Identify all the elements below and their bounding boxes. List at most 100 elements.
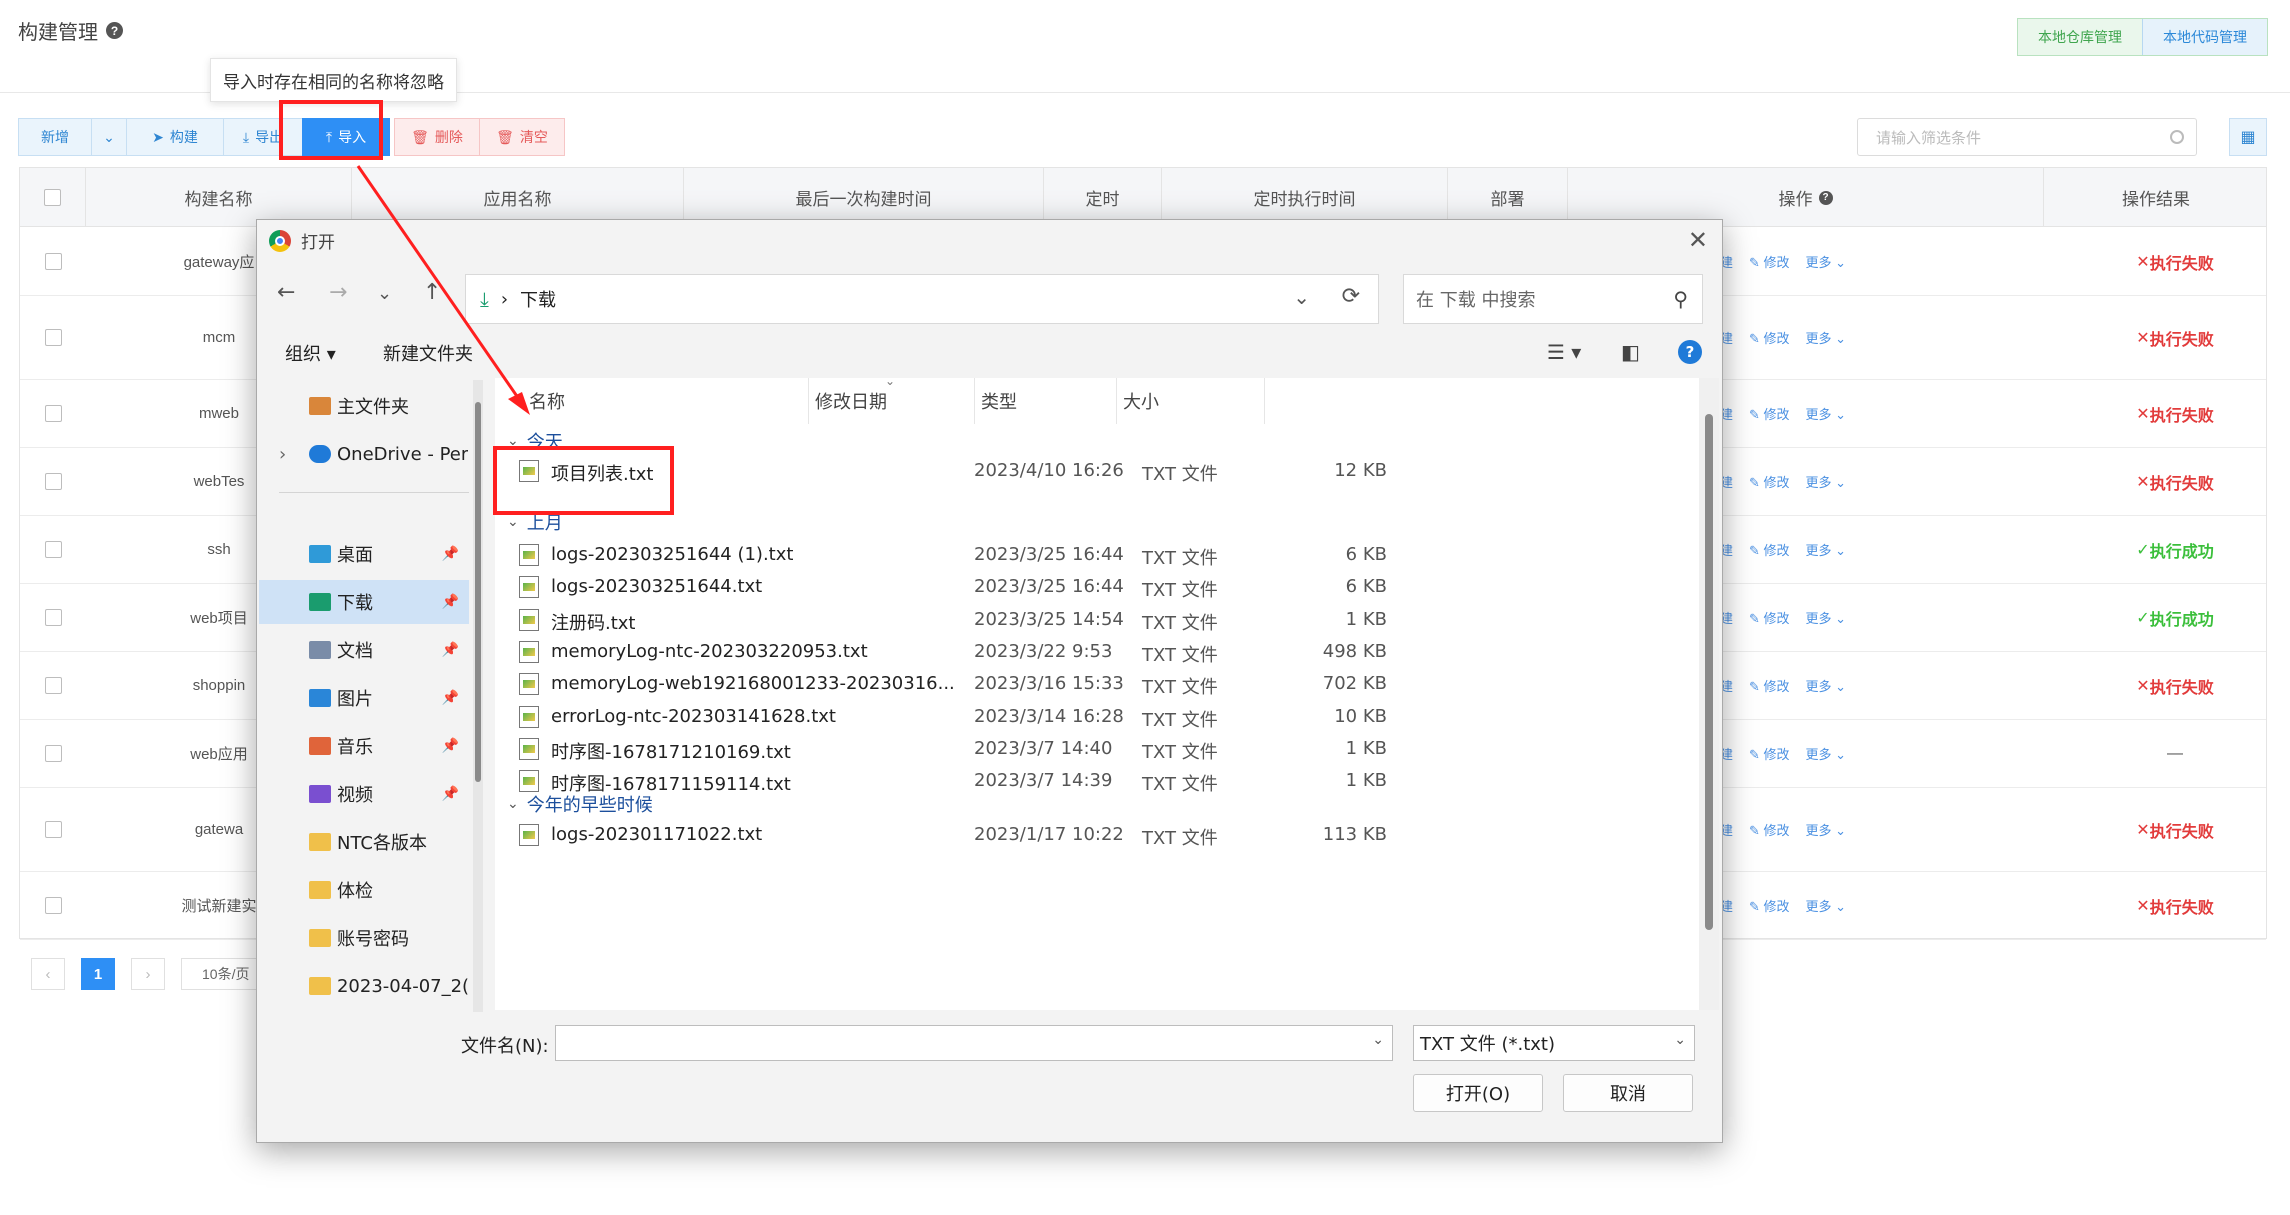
- file-date: 2023/3/25 14:54: [974, 608, 1124, 630]
- scrollbar-thumb[interactable]: [475, 402, 481, 782]
- more-link[interactable]: 更多 ⌄: [1806, 820, 1847, 839]
- edit-link[interactable]: ✎ 修改: [1749, 404, 1790, 423]
- row-checkbox[interactable]: [44, 253, 62, 270]
- nav-item[interactable]: 视频 📌: [259, 772, 469, 816]
- address-bar[interactable]: ⤓ › 下载 ⌄ ⟳: [465, 274, 1379, 324]
- nav-item[interactable]: NTC各版本: [259, 820, 469, 864]
- edit-link[interactable]: ✎ 修改: [1749, 744, 1790, 763]
- forward-arrow-icon[interactable]: →: [329, 280, 347, 305]
- nav-item[interactable]: 图片 📌: [259, 676, 469, 720]
- column-type[interactable]: 类型: [975, 378, 1117, 424]
- delete-button[interactable]: 🗑 删除: [394, 118, 480, 156]
- more-link[interactable]: 更多 ⌄: [1806, 896, 1847, 915]
- more-link[interactable]: 更多 ⌄: [1806, 472, 1847, 491]
- file-row[interactable]: logs-202301171022.txt 2023/1/17 10:22 TXT …: [495, 812, 1685, 858]
- row-checkbox[interactable]: [44, 609, 62, 626]
- cross-icon: ✕: [2136, 821, 2150, 839]
- row-checkbox[interactable]: [44, 677, 62, 694]
- row-checkbox[interactable]: [44, 329, 62, 346]
- nav-item-label: OneDrive - Per: [337, 443, 469, 465]
- cancel-button[interactable]: 取消: [1563, 1074, 1693, 1112]
- more-label: 更多: [1805, 679, 1832, 694]
- row-checkbox[interactable]: [44, 473, 62, 490]
- row-checkbox[interactable]: [44, 405, 62, 422]
- row-checkbox[interactable]: [44, 745, 62, 762]
- edit-link[interactable]: ✎ 修改: [1749, 472, 1790, 491]
- refresh-icon[interactable]: ⟳: [1342, 284, 1360, 309]
- chevron-down-icon: ⌄: [103, 128, 115, 145]
- scrollbar-thumb[interactable]: [1705, 414, 1713, 930]
- prev-page-button[interactable]: ‹: [31, 958, 65, 990]
- nav-item[interactable]: 桌面 📌: [259, 532, 469, 576]
- more-link[interactable]: 更多 ⌄: [1806, 328, 1847, 347]
- chevron-down-icon[interactable]: ⌄: [1372, 1032, 1384, 1048]
- up-arrow-icon[interactable]: ↑: [423, 280, 441, 305]
- expand-chevron-icon[interactable]: ›: [279, 444, 286, 465]
- close-icon[interactable]: ✕: [1688, 226, 1708, 254]
- dialog-search-input[interactable]: 在 下载 中搜索 ⚲: [1403, 274, 1703, 324]
- nav-item[interactable]: 体检: [259, 868, 469, 912]
- help-icon[interactable]: ?: [1678, 340, 1702, 364]
- file-list-scrollbar[interactable]: [1699, 378, 1719, 1010]
- nav-item[interactable]: 音乐 📌: [259, 724, 469, 768]
- new-folder-button[interactable]: 新建文件夹: [383, 340, 473, 366]
- select-all-checkbox[interactable]: [44, 189, 61, 206]
- recent-locations-chevron-icon[interactable]: ⌄: [377, 283, 392, 304]
- column-size[interactable]: 大小: [1117, 378, 1265, 424]
- nav-item[interactable]: 文档 📌: [259, 628, 469, 672]
- organize-button[interactable]: 组织 ▾: [285, 340, 336, 366]
- edit-label: 修改: [1763, 747, 1790, 762]
- clear-button[interactable]: 🗑 清空: [479, 118, 565, 156]
- edit-link[interactable]: ✎ 修改: [1749, 328, 1790, 347]
- music-icon: [309, 737, 331, 755]
- local-repo-button[interactable]: 本地仓库管理: [2018, 19, 2142, 55]
- edit-link[interactable]: ✎ 修改: [1749, 252, 1790, 271]
- next-page-button[interactable]: ›: [131, 958, 165, 990]
- more-link[interactable]: 更多 ⌄: [1806, 252, 1847, 271]
- more-link[interactable]: 更多 ⌄: [1806, 404, 1847, 423]
- filetype-select[interactable]: TXT 文件 (*.txt) ⌄: [1413, 1025, 1695, 1061]
- column-name[interactable]: 名称: [495, 378, 809, 424]
- edit-link[interactable]: ✎ 修改: [1749, 540, 1790, 559]
- help-icon[interactable]: ?: [106, 22, 123, 39]
- edit-link[interactable]: ✎ 修改: [1749, 676, 1790, 695]
- row-checkbox[interactable]: [44, 821, 62, 838]
- row-checkbox[interactable]: [44, 897, 62, 914]
- nav-item[interactable]: › OneDrive - Per: [259, 432, 469, 476]
- column-settings-button[interactable]: ▦: [2229, 118, 2267, 156]
- local-code-button[interactable]: 本地代码管理: [2142, 19, 2267, 55]
- filename-input[interactable]: ⌄: [555, 1025, 1393, 1061]
- filter-input[interactable]: 请输入筛选条件: [1857, 118, 2197, 156]
- navigation-scrollbar[interactable]: [473, 380, 483, 1012]
- page-size-select[interactable]: 10条/页: [181, 958, 265, 990]
- more-link[interactable]: 更多 ⌄: [1806, 540, 1847, 559]
- build-button[interactable]: ➤ 构建: [126, 118, 224, 156]
- add-dropdown-button[interactable]: ⌄: [91, 118, 127, 156]
- nav-item[interactable]: 主文件夹: [259, 384, 469, 428]
- filename-label: 文件名(N):: [461, 1036, 549, 1057]
- edit-link[interactable]: ✎ 修改: [1749, 820, 1790, 839]
- more-link[interactable]: 更多 ⌄: [1806, 608, 1847, 627]
- edit-link[interactable]: ✎ 修改: [1749, 896, 1790, 915]
- edit-link[interactable]: ✎ 修改: [1749, 608, 1790, 627]
- back-arrow-icon[interactable]: ←: [277, 280, 295, 305]
- nav-item[interactable]: 下载 📌: [259, 580, 469, 624]
- page-title-text: 构建管理: [18, 22, 98, 44]
- view-options-icon[interactable]: ☰ ▾: [1547, 340, 1581, 364]
- row-checkbox[interactable]: [44, 541, 62, 558]
- preview-pane-icon[interactable]: ◧: [1621, 340, 1640, 364]
- more-link[interactable]: 更多 ⌄: [1806, 744, 1847, 763]
- nav-item[interactable]: 账号密码: [259, 916, 469, 960]
- row-operations: 建 ✎ 修改 更多 ⌄: [1720, 788, 1846, 871]
- more-label: 更多: [1805, 747, 1832, 762]
- add-button[interactable]: 新增: [18, 118, 92, 156]
- row-checkbox-cell: [20, 652, 86, 719]
- file-row[interactable]: 时序图-1678171159114.txt 2023/3/7 14:39 TXT 文…: [495, 758, 1685, 804]
- page-number-button[interactable]: 1: [81, 958, 115, 990]
- open-button[interactable]: 打开(O): [1413, 1074, 1543, 1112]
- help-icon[interactable]: ?: [1818, 190, 1833, 205]
- more-link[interactable]: 更多 ⌄: [1806, 676, 1847, 695]
- chevron-down-icon: ⌄: [1831, 331, 1847, 346]
- chevron-down-icon[interactable]: ⌄: [1293, 285, 1310, 309]
- nav-item[interactable]: 2023-04-07_2(: [259, 964, 469, 1008]
